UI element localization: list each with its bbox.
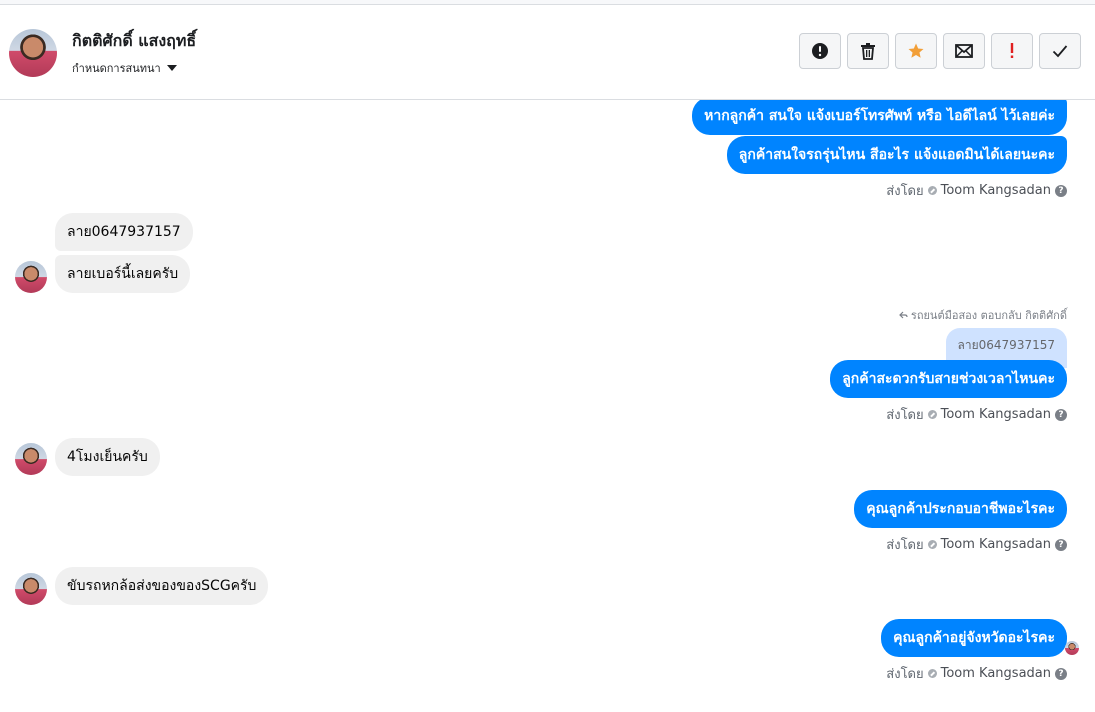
trash-icon	[861, 43, 875, 60]
help-icon[interactable]: ?	[1055, 667, 1067, 680]
reply-note: รถยนต์มือสอง ตอบกลับ กิตติศักดิ์	[899, 306, 1067, 324]
contact-name[interactable]: กิตติศักดิ์ แสงฤทธิ์	[72, 29, 196, 54]
contact-avatar-small	[15, 261, 47, 293]
help-icon[interactable]: ?	[1055, 184, 1067, 197]
sent-by-line: ส่งโดย Toom Kangsadan ?	[886, 404, 1067, 425]
important-button[interactable]	[991, 33, 1033, 69]
help-icon[interactable]: ?	[1055, 538, 1067, 551]
agent-icon	[927, 669, 937, 678]
sent-by-prefix: ส่งโดย	[886, 667, 924, 682]
exclamation-icon	[1010, 43, 1014, 58]
outgoing-message[interactable]: ลูกค้าสนใจรถรุ่นไหน สีอะไร แจ้งแอดมินได้…	[726, 136, 1067, 174]
envelope-icon	[955, 44, 973, 58]
sent-by-prefix: ส่งโดย	[886, 408, 924, 423]
alert-circle-icon	[812, 43, 828, 59]
incoming-message[interactable]: 4โมงเย็นครับ	[55, 438, 160, 476]
help-icon[interactable]: ?	[1055, 408, 1067, 421]
reply-arrow-icon	[899, 311, 908, 319]
sent-by-line: ส่งโดย Toom Kangsadan ?	[886, 663, 1067, 684]
mark-unread-button[interactable]	[943, 33, 985, 69]
conversation-header: กิตติศักดิ์ แสงฤทธิ์ กำหนดการสนทนา	[0, 5, 1095, 100]
incoming-message[interactable]: ลายเบอร์นี้เลยครับ	[55, 255, 191, 293]
assign-label: กำหนดการสนทนา	[72, 62, 161, 75]
check-icon	[1052, 45, 1068, 58]
outgoing-message[interactable]: หากลูกค้า สนใจ แจ้งเบอร์โทรศัพท์ หรือ ไอ…	[692, 100, 1067, 135]
outgoing-message[interactable]: คุณลูกค้าอยู่จังหวัดอะไรคะ	[881, 619, 1067, 657]
assign-conversation-dropdown[interactable]: กำหนดการสนทนา	[72, 59, 177, 77]
seen-avatar	[1065, 641, 1079, 655]
delete-button[interactable]	[847, 33, 889, 69]
star-icon	[908, 43, 924, 58]
star-button[interactable]	[895, 33, 937, 69]
sent-by-line: ส่งโดย Toom Kangsadan ?	[886, 180, 1067, 201]
outgoing-message[interactable]: ลูกค้าสะดวกรับสายช่วงเวลาไหนคะ	[830, 360, 1067, 398]
done-button[interactable]	[1039, 33, 1081, 69]
agent-name: Toom Kangsadan	[940, 537, 1051, 552]
contact-avatar-small	[15, 443, 47, 475]
agent-name: Toom Kangsadan	[940, 666, 1051, 681]
agent-name: Toom Kangsadan	[940, 407, 1051, 422]
reply-note-text: รถยนต์มือสอง ตอบกลับ กิตติศักดิ์	[910, 309, 1067, 322]
contact-avatar-small	[15, 573, 47, 605]
message-thread[interactable]: หากลูกค้า สนใจ แจ้งเบอร์โทรศัพท์ หรือ ไอ…	[0, 100, 1095, 712]
spam-button[interactable]	[799, 33, 841, 69]
sent-by-prefix: ส่งโดย	[886, 538, 924, 553]
sent-by-line: ส่งโดย Toom Kangsadan ?	[886, 534, 1067, 555]
agent-icon	[927, 410, 937, 419]
caret-down-icon	[166, 65, 177, 71]
contact-avatar[interactable]	[9, 29, 57, 77]
conversation-toolbar	[799, 33, 1081, 69]
outgoing-message[interactable]: คุณลูกค้าประกอบอาชีพอะไรคะ	[854, 490, 1067, 528]
incoming-message[interactable]: ขับรถหกล้อส่งของของSCGครับ	[55, 567, 269, 605]
incoming-message[interactable]: ลาย0647937157	[55, 213, 193, 251]
agent-icon	[927, 186, 937, 195]
agent-name: Toom Kangsadan	[940, 183, 1051, 198]
sent-by-prefix: ส่งโดย	[886, 184, 924, 199]
agent-icon	[927, 540, 937, 549]
